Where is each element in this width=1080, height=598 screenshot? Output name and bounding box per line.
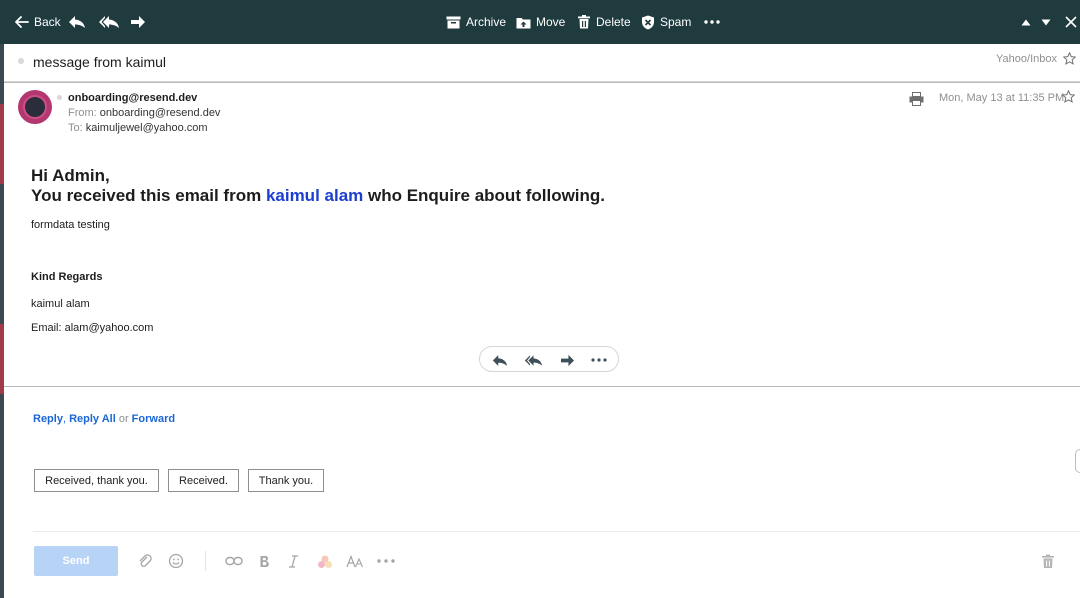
send-button[interactable]: Send <box>34 546 118 576</box>
message-pane: message from kaimul Yahoo/Inbox onboardi… <box>4 44 1080 598</box>
sender-status-dot <box>57 95 62 100</box>
divider <box>4 82 1080 83</box>
previous-message-button[interactable] <box>1021 0 1031 44</box>
delete-label: Delete <box>596 15 631 29</box>
regards: Kind Regards <box>31 271 103 283</box>
more-actions-button[interactable] <box>704 0 720 44</box>
spam-button[interactable]: Spam <box>641 0 691 44</box>
subject-row: message from kaimul Yahoo/Inbox <box>4 44 1080 82</box>
move-icon <box>516 16 531 29</box>
link-icon[interactable] <box>225 552 243 570</box>
archive-button[interactable]: Archive <box>446 0 506 44</box>
forward-icon[interactable] <box>560 347 575 373</box>
archive-label: Archive <box>466 15 507 29</box>
close-button[interactable] <box>1065 0 1077 44</box>
quick-reply-button[interactable]: Received, thank you. <box>34 469 159 492</box>
sender-name[interactable]: onboarding@resend.dev <box>68 92 197 104</box>
greeting: Hi Admin, <box>31 166 110 185</box>
delete-icon <box>577 15 591 29</box>
forward-icon <box>130 15 146 29</box>
folder-breadcrumb[interactable]: Yahoo/Inbox <box>996 53 1057 65</box>
move-button[interactable]: Move <box>516 0 565 44</box>
message-toolbar: Back Archive Move Delete Spam <box>0 0 1080 44</box>
forward-link[interactable]: Forward <box>132 413 175 425</box>
star-icon[interactable] <box>1061 89 1076 108</box>
back-button[interactable]: Back <box>15 0 61 44</box>
reply-all-button[interactable] <box>98 0 120 44</box>
delete-button[interactable]: Delete <box>577 0 631 44</box>
attach-icon[interactable] <box>137 552 153 570</box>
back-label: Back <box>34 15 61 29</box>
star-icon[interactable] <box>1062 51 1077 70</box>
more-icon <box>704 20 720 24</box>
italic-icon[interactable] <box>288 552 299 570</box>
forward-button[interactable] <box>130 0 146 44</box>
or-separator: or <box>118 413 129 425</box>
intro-line: You received this email from kaimul alam… <box>31 186 1031 206</box>
quick-reply-button[interactable]: Thank you. <box>248 469 324 492</box>
comma-separator: , <box>62 413 67 425</box>
close-icon <box>1065 16 1077 28</box>
back-arrow-icon <box>15 16 29 28</box>
reply-button[interactable] <box>68 0 86 44</box>
bold-icon[interactable] <box>259 552 270 570</box>
previous-icon <box>1021 19 1031 26</box>
from-line: From: onboarding@resend.dev <box>68 107 220 119</box>
scroll-handle[interactable] <box>1075 449 1080 473</box>
message-body: Hi Admin, You received this email from k… <box>31 166 1031 335</box>
intro-suffix: who Enquire about following. <box>363 186 606 205</box>
to-line: To: kaimuljewel@yahoo.com <box>68 122 208 134</box>
reply-all-icon[interactable] <box>524 347 543 373</box>
next-icon <box>1041 19 1051 26</box>
emoji-icon[interactable] <box>168 552 184 570</box>
quick-reply-button[interactable]: Received. <box>168 469 239 492</box>
move-label: Move <box>536 15 566 29</box>
reply-all-icon <box>98 15 120 29</box>
unread-dot <box>18 58 24 64</box>
font-size-icon[interactable] <box>346 552 364 570</box>
trash-icon[interactable] <box>1041 552 1055 570</box>
reply-link[interactable]: Reply <box>33 413 63 425</box>
archive-icon <box>446 16 461 29</box>
to-address[interactable]: kaimuljewel@yahoo.com <box>86 122 208 134</box>
inline-actions <box>479 346 619 372</box>
reply-icon[interactable] <box>492 347 508 373</box>
signature-name: kaimul alam <box>31 298 90 310</box>
mail-window: Back Archive Move Delete Spam message fr… <box>0 0 1080 598</box>
enquirer-name: kaimul alam <box>265 186 364 205</box>
from-address[interactable]: onboarding@resend.dev <box>100 107 221 119</box>
spam-shield-icon <box>641 15 655 30</box>
spam-label: Spam <box>660 15 692 29</box>
message-subject: message from kaimul <box>33 54 167 70</box>
signature-email: Email: alam@yahoo.com <box>31 322 154 334</box>
divider <box>4 386 1080 387</box>
more-icon[interactable] <box>377 552 395 570</box>
sender-avatar[interactable] <box>18 90 52 124</box>
form-data: formdata testing <box>31 219 110 231</box>
message-date: Mon, May 13 at 11:35 PM <box>939 92 1065 104</box>
toolbar-separator <box>205 551 206 571</box>
color-icon[interactable] <box>317 552 333 570</box>
intro-prefix: You received this email from <box>31 186 266 205</box>
print-icon[interactable] <box>909 92 924 111</box>
next-message-button[interactable] <box>1041 0 1051 44</box>
more-icon[interactable] <box>591 347 607 373</box>
to-label: To: <box>68 122 83 134</box>
composer-divider <box>33 531 1080 532</box>
reply-all-link[interactable]: Reply All <box>69 413 116 425</box>
reply-links: Reply, Reply All or Forward <box>33 413 175 425</box>
from-label: From: <box>68 107 97 119</box>
reply-icon <box>68 15 86 29</box>
